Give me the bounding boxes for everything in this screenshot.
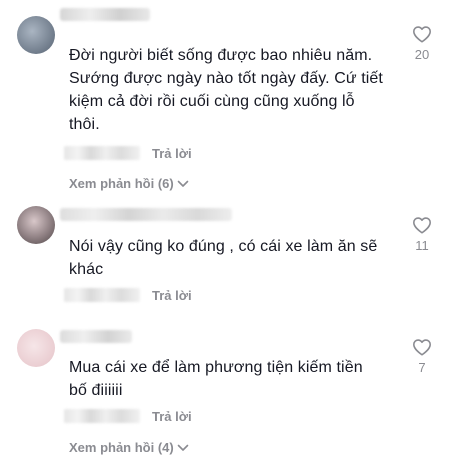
timestamp-blurred bbox=[64, 288, 140, 302]
reply-button[interactable]: Trả lời bbox=[152, 146, 192, 161]
username-blurred[interactable] bbox=[60, 8, 150, 21]
like-count: 20 bbox=[414, 47, 430, 62]
heart-outline-icon bbox=[413, 26, 431, 43]
avatar[interactable] bbox=[17, 16, 55, 54]
timestamp-blurred bbox=[64, 146, 140, 160]
avatar[interactable] bbox=[17, 206, 55, 244]
view-replies-label: Xem phản hồi (4) bbox=[69, 440, 174, 455]
like-button[interactable]: 20 bbox=[408, 25, 436, 62]
avatar[interactable] bbox=[17, 329, 55, 367]
view-replies-button[interactable]: Xem phản hồi (4) bbox=[69, 440, 189, 455]
username-blurred[interactable] bbox=[60, 208, 232, 221]
comment-text: Đời người biết sống được bao nhiêu năm. … bbox=[69, 47, 383, 133]
comment-meta: Trả lời bbox=[64, 145, 192, 161]
like-count: 7 bbox=[418, 360, 426, 375]
comment-text: Nói vậy cũng ko đúng , có cái xe làm ăn … bbox=[69, 238, 378, 278]
reply-button[interactable]: Trả lời bbox=[152, 288, 192, 303]
comment-meta: Trả lời bbox=[64, 287, 192, 303]
reply-button[interactable]: Trả lời bbox=[152, 409, 192, 424]
comment-meta: Trả lời bbox=[64, 408, 192, 424]
heart-outline-icon bbox=[413, 339, 431, 356]
timestamp-blurred bbox=[64, 409, 140, 423]
like-button[interactable]: 7 bbox=[408, 338, 436, 375]
chevron-down-icon bbox=[177, 180, 189, 187]
like-count: 11 bbox=[415, 238, 429, 253]
view-replies-label: Xem phản hồi (6) bbox=[69, 176, 174, 191]
heart-outline-icon bbox=[413, 217, 431, 234]
comment-text: Mua cái xe để làm phương tiện kiếm tiền … bbox=[69, 359, 363, 399]
like-button[interactable]: 11 bbox=[408, 216, 436, 253]
view-replies-button[interactable]: Xem phản hồi (6) bbox=[69, 176, 189, 191]
username-blurred[interactable] bbox=[60, 330, 132, 343]
chevron-down-icon bbox=[177, 444, 189, 451]
